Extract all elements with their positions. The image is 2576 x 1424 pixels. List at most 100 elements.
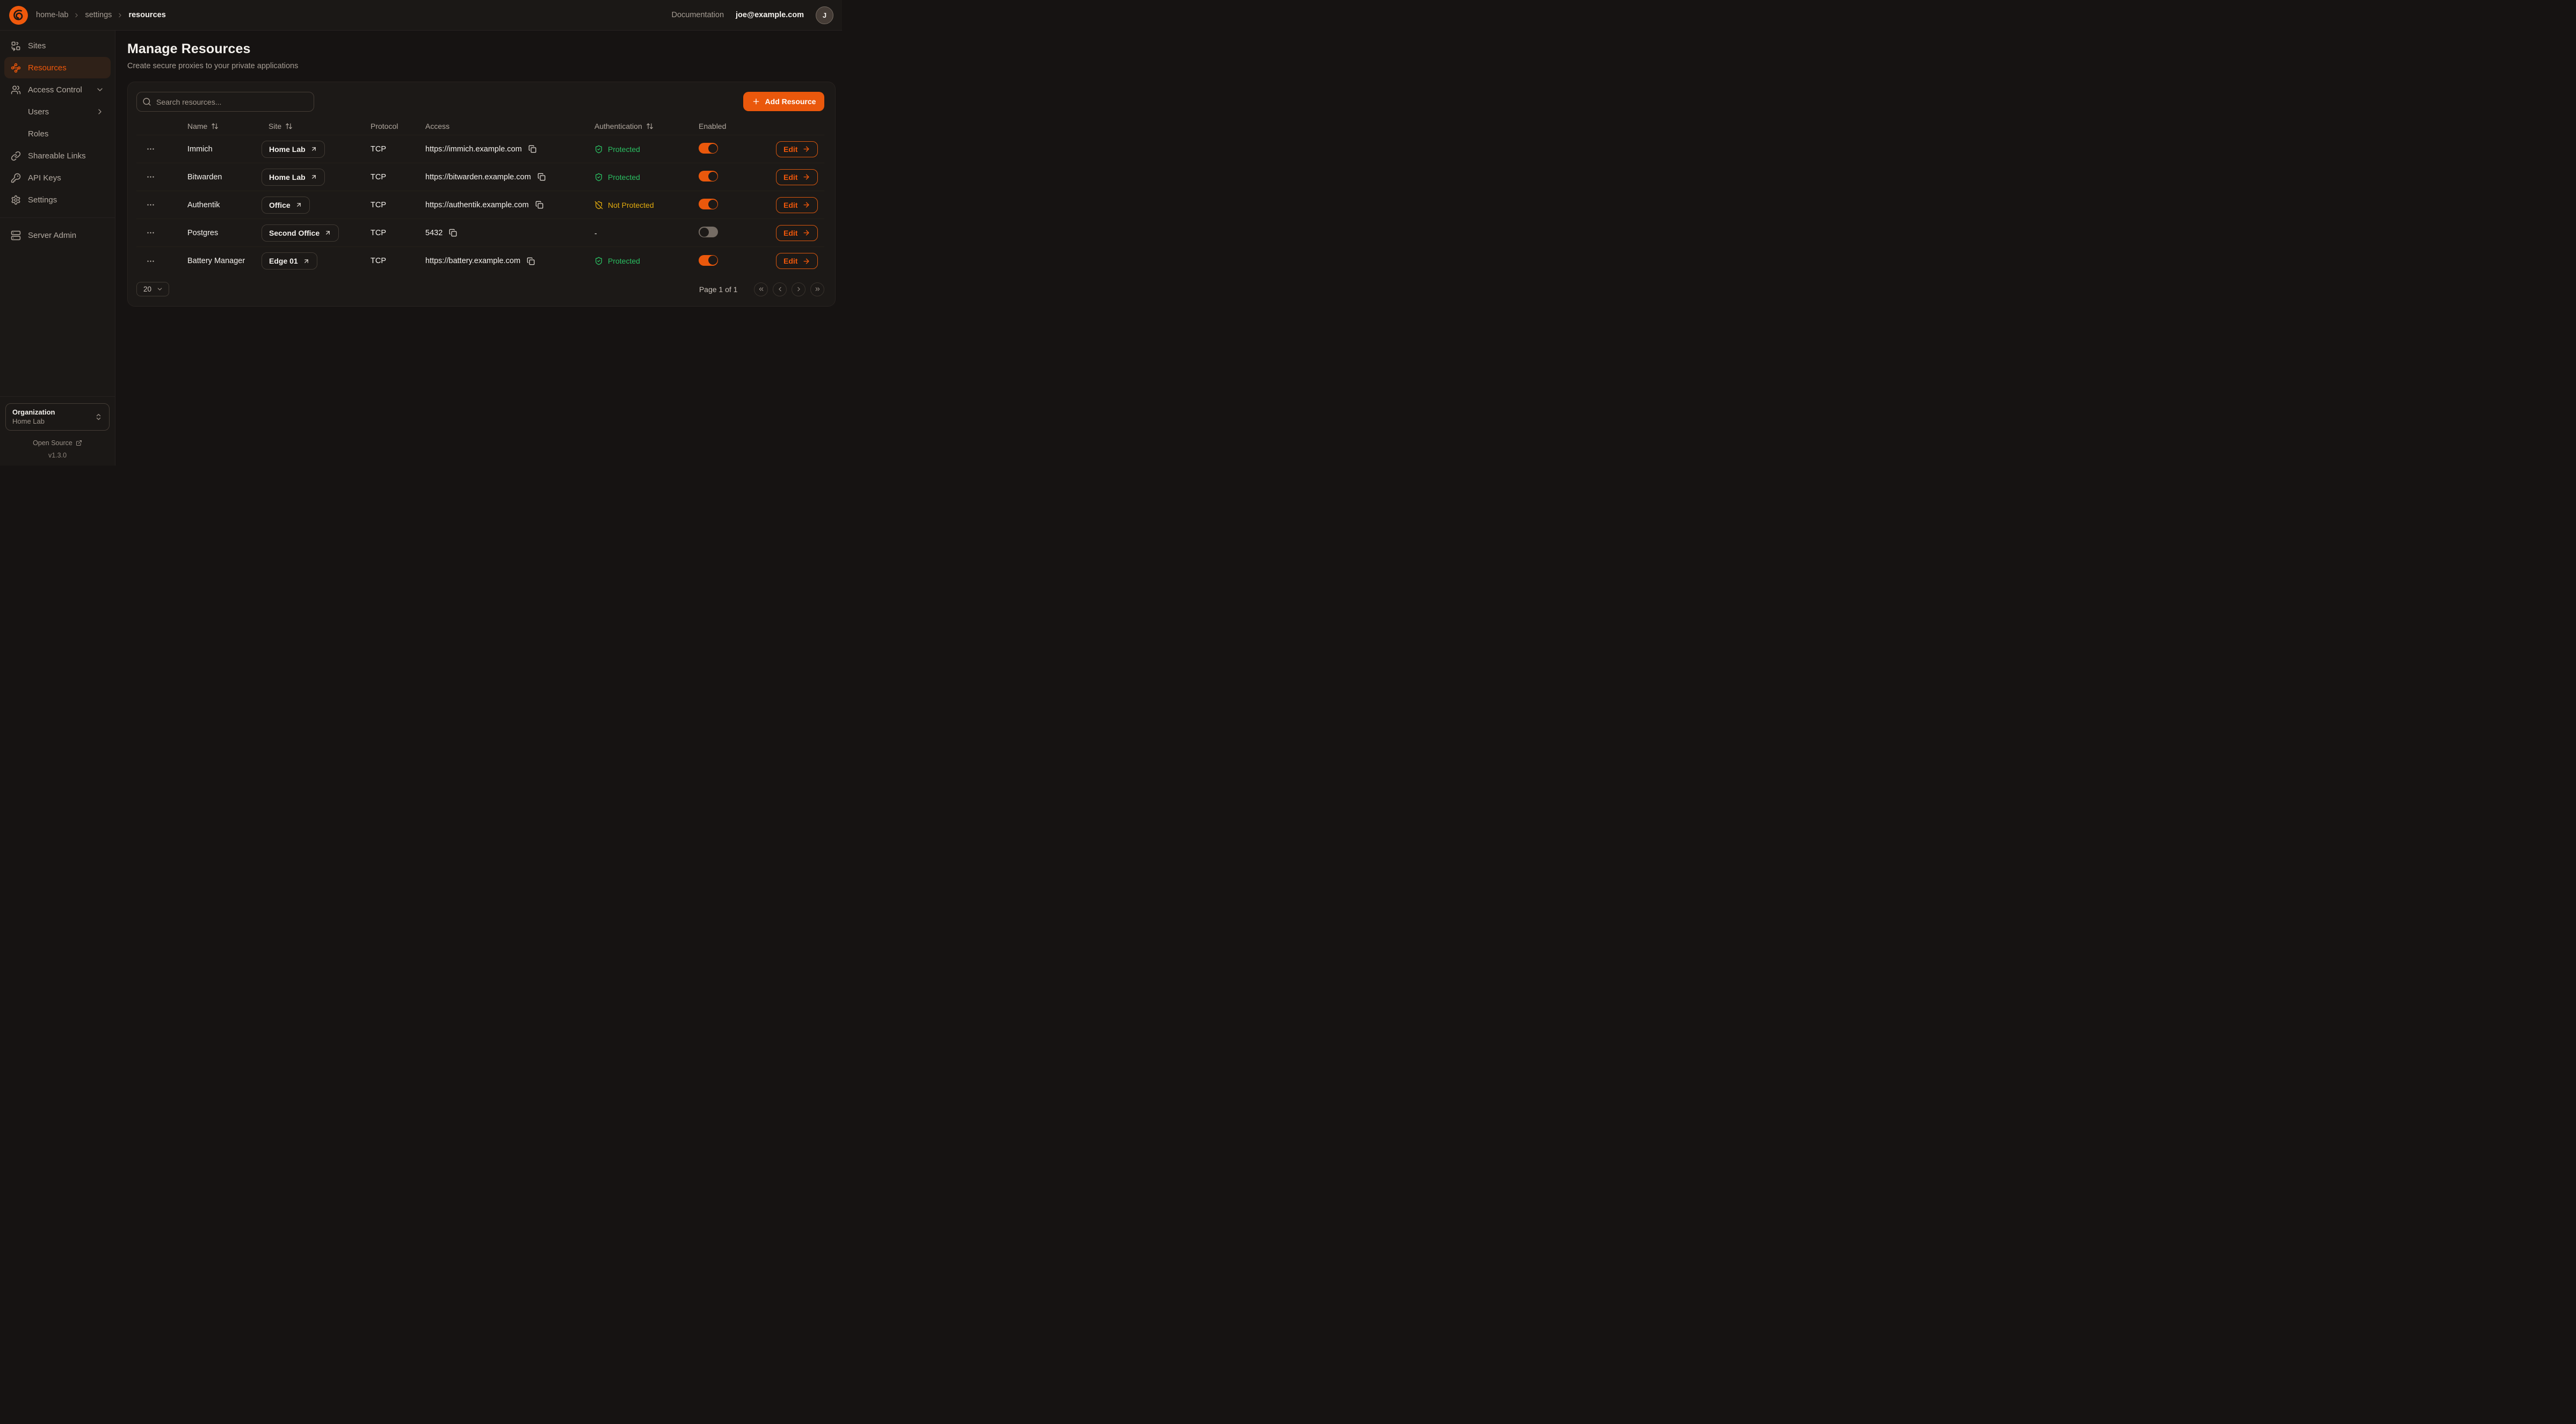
edit-button[interactable]: Edit [776, 169, 818, 185]
topbar-right: Documentation joe@example.com J [672, 6, 834, 24]
row-actions-button[interactable] [144, 226, 157, 239]
enabled-toggle[interactable] [699, 171, 718, 181]
sidebar-item-label: Server Admin [28, 231, 76, 240]
auth-label: Not Protected [608, 201, 654, 209]
edit-label: Edit [783, 257, 797, 265]
add-resource-button[interactable]: Add Resource [743, 92, 825, 111]
pagination: 20 Page 1 of 1 [136, 282, 824, 296]
site-link[interactable]: Office [262, 197, 310, 214]
first-page-button[interactable] [754, 282, 768, 296]
enabled-toggle[interactable] [699, 199, 718, 209]
org-selector-value: Home Lab [12, 417, 55, 426]
documentation-link[interactable]: Documentation [672, 11, 724, 19]
copy-icon[interactable] [527, 144, 538, 154]
table-header-row: Name Site Protocol Access Authentication… [136, 117, 824, 135]
server-icon [11, 230, 21, 241]
breadcrumb-org[interactable]: home-lab [36, 11, 68, 19]
copy-icon[interactable] [534, 200, 545, 210]
access-url: https://immich.example.com [425, 145, 522, 154]
site-link[interactable]: Edge 01 [262, 252, 317, 270]
sidebar-item-settings[interactable]: Settings [4, 189, 111, 210]
user-email[interactable]: joe@example.com [736, 11, 804, 19]
protocol: TCP [371, 257, 425, 265]
enabled-toggle[interactable] [699, 143, 718, 154]
row-actions-button[interactable] [144, 142, 157, 156]
header-authentication[interactable]: Authentication [594, 122, 699, 130]
sidebar-item-api-keys[interactable]: API Keys [4, 167, 111, 188]
copy-icon[interactable] [526, 256, 536, 266]
site-name: Edge 01 [269, 257, 298, 265]
arrow-right-icon [802, 257, 810, 265]
sidebar-item-sites[interactable]: Sites [4, 35, 111, 56]
edit-button[interactable]: Edit [776, 141, 818, 157]
search-input[interactable] [136, 92, 314, 112]
previous-page-button[interactable] [773, 282, 787, 296]
breadcrumb: home-lab settings resources [36, 11, 166, 19]
row-actions-button[interactable] [144, 170, 157, 184]
last-page-button[interactable] [810, 282, 824, 296]
combine-icon [11, 41, 21, 51]
copy-icon[interactable] [536, 172, 547, 182]
edit-label: Edit [783, 229, 797, 237]
sidebar-item-label: Users [28, 107, 49, 117]
header-protocol: Protocol [371, 122, 425, 130]
header-site[interactable]: Site [262, 122, 371, 130]
page-subtitle: Create secure proxies to your private ap… [127, 62, 836, 70]
page-indicator: Page 1 of 1 [699, 285, 738, 294]
ellipsis-icon [146, 144, 155, 154]
site-name: Office [269, 201, 291, 209]
site-name: Home Lab [269, 173, 306, 181]
site-name: Home Lab [269, 145, 306, 154]
enabled-toggle[interactable] [699, 227, 718, 237]
sidebar-item-label: Roles [28, 129, 48, 139]
chevron-down-icon [96, 85, 104, 94]
edit-button[interactable]: Edit [776, 225, 818, 241]
toggle-knob [708, 200, 717, 209]
header-enabled: Enabled [699, 122, 776, 130]
sidebar-item-server-admin[interactable]: Server Admin [4, 224, 111, 246]
resource-name: Bitwarden [187, 173, 262, 181]
sidebar-item-access-control[interactable]: Access Control [4, 79, 111, 100]
key-icon [11, 173, 21, 183]
app-logo-icon[interactable] [9, 5, 28, 25]
protocol: TCP [371, 145, 425, 154]
chevrons-right-icon [814, 286, 821, 293]
page-size-select[interactable]: 20 [136, 282, 169, 296]
row-actions-button[interactable] [144, 255, 157, 268]
site-link[interactable]: Second Office [262, 224, 339, 242]
site-link[interactable]: Home Lab [262, 169, 325, 186]
arrow-up-right-icon [310, 146, 317, 152]
sidebar-item-resources[interactable]: Resources [4, 57, 111, 78]
ellipsis-icon [146, 257, 155, 266]
auth-label: Protected [608, 257, 640, 265]
enabled-toggle[interactable] [699, 255, 718, 266]
edit-button[interactable]: Edit [776, 253, 818, 269]
access-url: https://authentik.example.com [425, 201, 529, 209]
avatar[interactable]: J [816, 6, 833, 24]
sidebar-item-users[interactable]: Users [4, 101, 111, 122]
sidebar: Sites Resources Access Control Users Rol… [0, 31, 115, 466]
site-link[interactable]: Home Lab [262, 141, 325, 158]
edit-button[interactable]: Edit [776, 197, 818, 213]
arrow-up-right-icon [295, 201, 302, 208]
sort-icon [285, 122, 293, 130]
shield-check-icon [594, 173, 603, 181]
protocol: TCP [371, 201, 425, 209]
sidebar-item-shareable-links[interactable]: Shareable Links [4, 145, 111, 166]
breadcrumb-settings[interactable]: settings [85, 11, 112, 19]
card-toolbar: Add Resource [136, 92, 824, 112]
copy-icon[interactable] [448, 228, 458, 238]
toggle-knob [708, 144, 717, 153]
edit-label: Edit [783, 145, 797, 154]
open-source-link[interactable]: Open Source [5, 439, 110, 447]
row-actions-button[interactable] [144, 198, 157, 212]
users-icon [11, 85, 21, 95]
sidebar-item-label: Resources [28, 63, 67, 72]
header-name[interactable]: Name [187, 122, 262, 130]
sidebar-item-roles[interactable]: Roles [4, 123, 111, 144]
next-page-button[interactable] [792, 282, 806, 296]
ellipsis-icon [146, 200, 155, 209]
plus-icon [752, 97, 760, 106]
access-port: 5432 [425, 229, 442, 237]
org-selector[interactable]: Organization Home Lab [5, 403, 110, 431]
